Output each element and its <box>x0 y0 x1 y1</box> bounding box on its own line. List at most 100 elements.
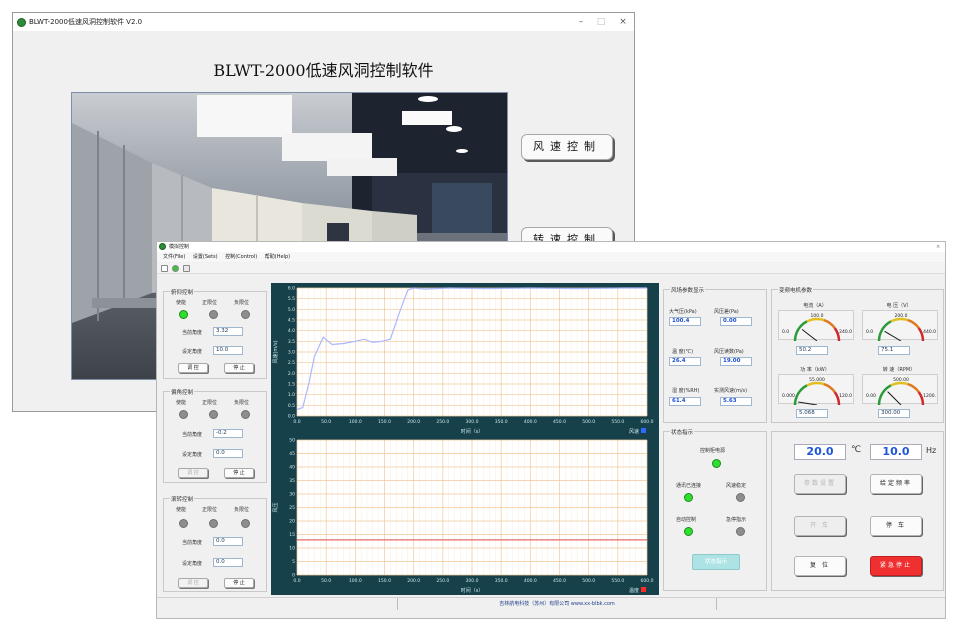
close-icon[interactable]: × <box>936 242 940 252</box>
gauge-needle <box>801 329 818 342</box>
x-tick-label: 600.0 <box>641 578 654 584</box>
status-group: 状态指示 控制柜电源 通讯已连接 风速稳定 自动控制 急停指示 状态指示 <box>663 428 767 591</box>
x-tick-label: 50.0 <box>321 578 331 584</box>
x-tick-label: 400.0 <box>524 419 537 425</box>
x-tick-label: 250.0 <box>436 578 449 584</box>
x-tick-label: 500.0 <box>582 578 595 584</box>
params-button[interactable]: 参数设置 <box>794 474 846 494</box>
menu-sets[interactable]: 设置(Sets) <box>193 254 218 260</box>
freq-unit: Hz <box>926 446 937 455</box>
field-label: 温 度(℃) <box>672 349 694 355</box>
rpm-value: 300.00 <box>878 409 910 418</box>
y-tick-label: 1.0 <box>288 392 295 398</box>
group-title: 状态指示 <box>670 428 695 436</box>
legend-swatch <box>641 428 646 433</box>
y-tick-label: 5.5 <box>288 296 295 302</box>
titlebar: 模拟控制 × <box>157 242 945 252</box>
y-axis-label: 风速(m/s) <box>273 340 279 363</box>
pitch-stop-button[interactable]: 停 止 <box>224 363 254 373</box>
gauge-band <box>890 381 909 387</box>
power-led <box>712 459 721 468</box>
rpm-gauge: 0.00 1200. 500.00 <box>862 374 938 406</box>
status-label: 通讯已连接 <box>676 483 702 489</box>
page-title: BLWT-2000低速风洞控制软件 <box>213 61 434 80</box>
group-title: 变频电机参数 <box>778 286 814 294</box>
gauge-arc: 0.000 120.0 55.000 <box>782 377 852 406</box>
status-label: 控制柜电源 <box>700 448 726 454</box>
gauge-title: 电流（A） <box>803 303 827 309</box>
led-label: 正限位 <box>202 400 218 406</box>
gauge-mid: 200.0 <box>895 313 908 319</box>
power-value: 5.068 <box>796 409 828 418</box>
menu-help[interactable]: 帮助(Help) <box>265 254 290 260</box>
menu-control[interactable]: 控制(Control) <box>225 254 257 260</box>
window-title: 模拟控制 <box>169 244 190 250</box>
roll-run-button[interactable]: 调 控 <box>178 578 208 588</box>
gauge-band <box>907 318 920 329</box>
reset-button[interactable]: 复 位 <box>794 556 846 576</box>
control-group: 20.0 ℃ 10.0 Hz 参数设置 给定频率 开 车 停 车 复 位 紧急停… <box>771 431 944 591</box>
set-frequency-button[interactable]: 给定频率 <box>870 474 922 494</box>
set-angle-input[interactable]: 0.0 <box>213 449 243 458</box>
stop-button[interactable]: 停 车 <box>870 516 922 536</box>
led-label: 使能 <box>176 300 187 306</box>
x-tick-label: 450.0 <box>553 578 566 584</box>
temp-unit: ℃ <box>851 445 862 455</box>
y-tick-label: 5.0 <box>288 307 295 313</box>
gauge-mid: 500.00 <box>893 377 909 383</box>
x-tick-label: 150.0 <box>378 419 391 425</box>
temperature-value: 26.4 <box>669 357 701 366</box>
gauge-band <box>890 317 909 323</box>
current-angle-label: 当前角度 <box>182 432 203 438</box>
y-tick-label: 0 <box>292 573 295 579</box>
roll-stop-button[interactable]: 停 止 <box>224 578 254 588</box>
wind-speed-control-button[interactable]: 风速控制 <box>521 134 613 160</box>
run-icon[interactable] <box>172 265 179 272</box>
yaw-run-button[interactable]: 调 控 <box>178 468 208 478</box>
estop-led <box>736 527 745 536</box>
pitch-run-button[interactable]: 调 控 <box>178 363 208 373</box>
x-tick-label: 150.0 <box>378 578 391 584</box>
close-button[interactable]: × <box>615 13 631 31</box>
maximize-button[interactable]: □ <box>593 13 609 31</box>
current-angle-value: 0.0 <box>213 537 243 546</box>
yaw-stop-button[interactable]: 停 止 <box>224 468 254 478</box>
x-tick-label: 350.0 <box>495 419 508 425</box>
temperature-setpoint[interactable]: 20.0 <box>794 444 846 460</box>
enable-led <box>179 519 188 528</box>
current-value: 50.2 <box>796 346 828 355</box>
gauge-band <box>806 381 825 387</box>
status-bar: 吉林航电科技（苏州）有限公司 www.xx-blbk.com <box>157 597 945 610</box>
titlebar: BLWT-2000低速风洞控制软件 V2.0 – □ × <box>13 13 634 31</box>
x-tick-label: 600.0 <box>641 419 654 425</box>
open-icon[interactable] <box>161 265 168 272</box>
charts-svg: 0.0 50.0 100.0 150.0 200.0 250.0 300.0 350.0 400… <box>273 286 654 595</box>
led-label: 正限位 <box>202 507 218 513</box>
voltage-value: 75.1 <box>878 346 910 355</box>
status-button[interactable]: 状态指示 <box>692 554 740 570</box>
menu-file[interactable]: 文件(File) <box>163 254 185 260</box>
x-tick-label: 100.0 <box>349 578 362 584</box>
yaw-control-group: 偏角控制 使能 正限位 负限位 当前角度 -0.2 设定角度 0.0 调 控 停… <box>163 388 267 483</box>
gauge-title: 功 率（kW） <box>800 367 830 373</box>
y-tick-label: 6.0 <box>288 286 295 292</box>
start-button[interactable]: 开 车 <box>794 516 846 536</box>
app-icon <box>17 18 26 27</box>
led-label: 正限位 <box>202 300 218 306</box>
pressure-value: 100.4 <box>669 317 701 326</box>
field-label: 风压读数(Pa) <box>714 349 744 355</box>
gauge-min: 0.000 <box>782 393 795 399</box>
y-tick-label: 35 <box>289 478 295 484</box>
y-tick-label: 2.0 <box>288 371 295 377</box>
pause-icon[interactable] <box>183 265 190 272</box>
frequency-setpoint[interactable]: 10.0 <box>870 444 922 460</box>
gauge-band <box>907 382 920 393</box>
gauge-title: 转 速（RPM） <box>882 367 916 373</box>
x-tick-label: 200.0 <box>407 578 420 584</box>
set-angle-input[interactable]: 0.0 <box>213 558 243 567</box>
minimize-button[interactable]: – <box>573 13 589 31</box>
x-axis-label: 时间（s） <box>461 428 484 435</box>
emergency-stop-button[interactable]: 紧急停止 <box>870 556 922 576</box>
pitch-control-group: 俯仰控制 使能 正限位 负限位 当前角度 3.32 设定角度 10.0 调 控 … <box>163 288 267 379</box>
set-angle-input[interactable]: 10.0 <box>213 346 243 355</box>
